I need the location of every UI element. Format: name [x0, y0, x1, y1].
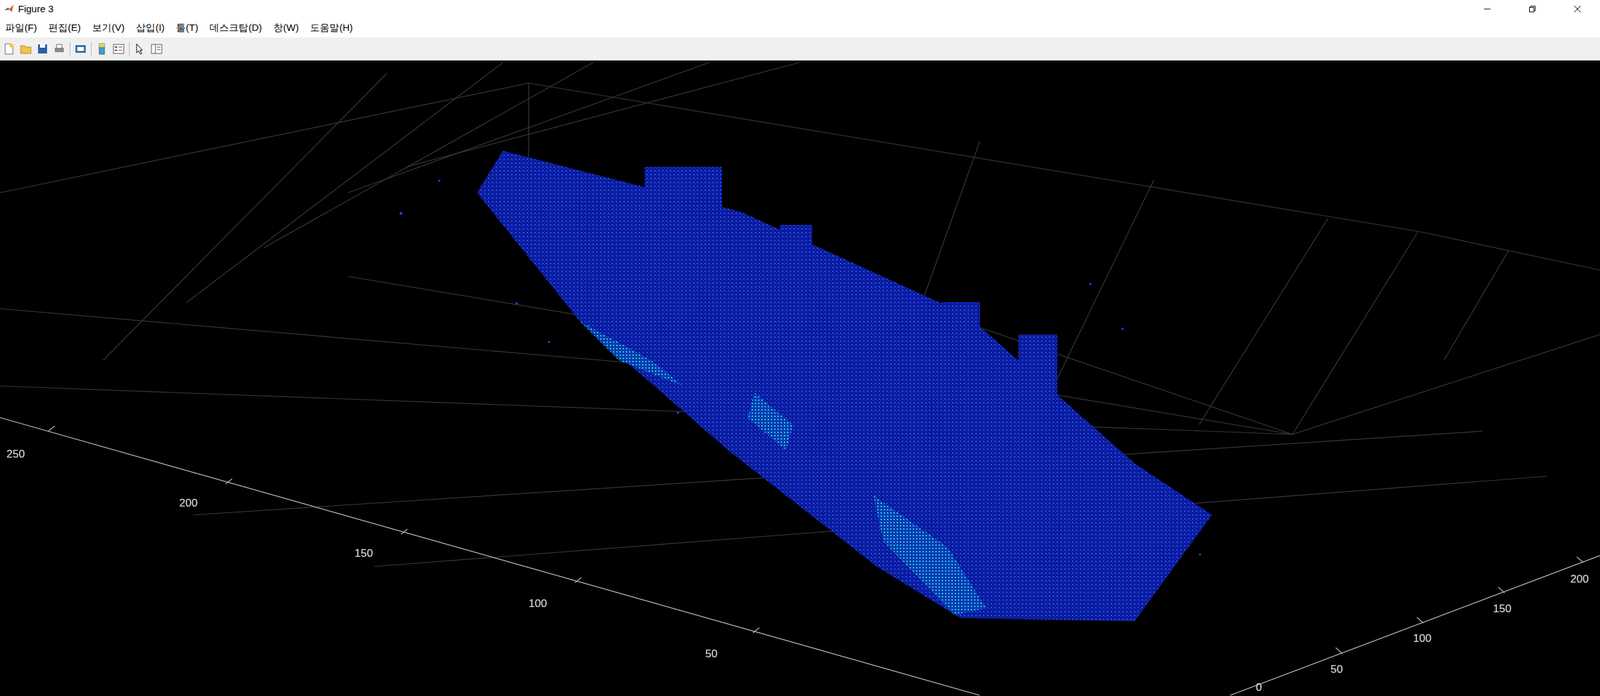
axis-tick-label: 200 [179, 495, 198, 512]
menu-item[interactable]: 창(W) [272, 20, 300, 36]
menu-item[interactable]: 툴(T) [174, 20, 200, 36]
legend-icon[interactable] [112, 42, 126, 56]
window-title: Figure 3 [18, 1, 54, 17]
axis-tick-label: 50 [1330, 661, 1343, 679]
matlab-icon [3, 3, 15, 15]
menu-bar: 파일(F) 편집(E) 보기(V) 삽입(I) 툴(T) 데스크탑(D) 창(W) 도움말(H… [0, 18, 1600, 38]
title-bar: Figure 3 [0, 0, 1600, 19]
menu-item[interactable]: 삽입(I) [134, 20, 166, 36]
menu-item[interactable]: 파일(F) [3, 20, 39, 36]
close-icon [1573, 5, 1582, 13]
minimize-icon [1483, 5, 1492, 13]
close-button[interactable] [1554, 0, 1600, 19]
restore-icon [1528, 5, 1537, 13]
point-cloud-plot [0, 60, 1600, 696]
colorbar-icon[interactable] [95, 42, 109, 56]
print-icon[interactable] [52, 42, 66, 56]
pointer-icon[interactable] [133, 42, 147, 56]
axis-tick-label: 0 [1255, 679, 1262, 696]
menu-item[interactable]: 데스크탑(D) [208, 20, 264, 36]
menu-item[interactable]: 편집(E) [47, 20, 82, 36]
open-folder-icon[interactable] [19, 42, 33, 56]
axis-tick-label: 250 [6, 446, 25, 463]
menu-item[interactable]: 도움말(H) [308, 20, 354, 36]
plot-area[interactable]: 250 200 150 100 50 200 150 100 50 0 [0, 60, 1600, 696]
minimize-button[interactable] [1464, 0, 1510, 19]
axis-tick-label: 150 [354, 545, 373, 563]
axis-tick-label: 200 [1570, 571, 1589, 588]
link-plot-icon[interactable] [74, 42, 88, 56]
toolbar [0, 37, 1600, 61]
property-inspector-icon[interactable] [150, 42, 164, 56]
axis-tick-label: 150 [1492, 600, 1512, 618]
axis-tick-label: 100 [528, 595, 547, 613]
save-icon[interactable] [36, 42, 49, 56]
axis-tick-label: 100 [1413, 630, 1432, 648]
menu-item[interactable]: 보기(V) [90, 20, 126, 36]
axis-tick-label: 50 [705, 645, 718, 663]
new-figure-icon[interactable] [2, 42, 16, 56]
restore-button[interactable] [1509, 0, 1555, 19]
